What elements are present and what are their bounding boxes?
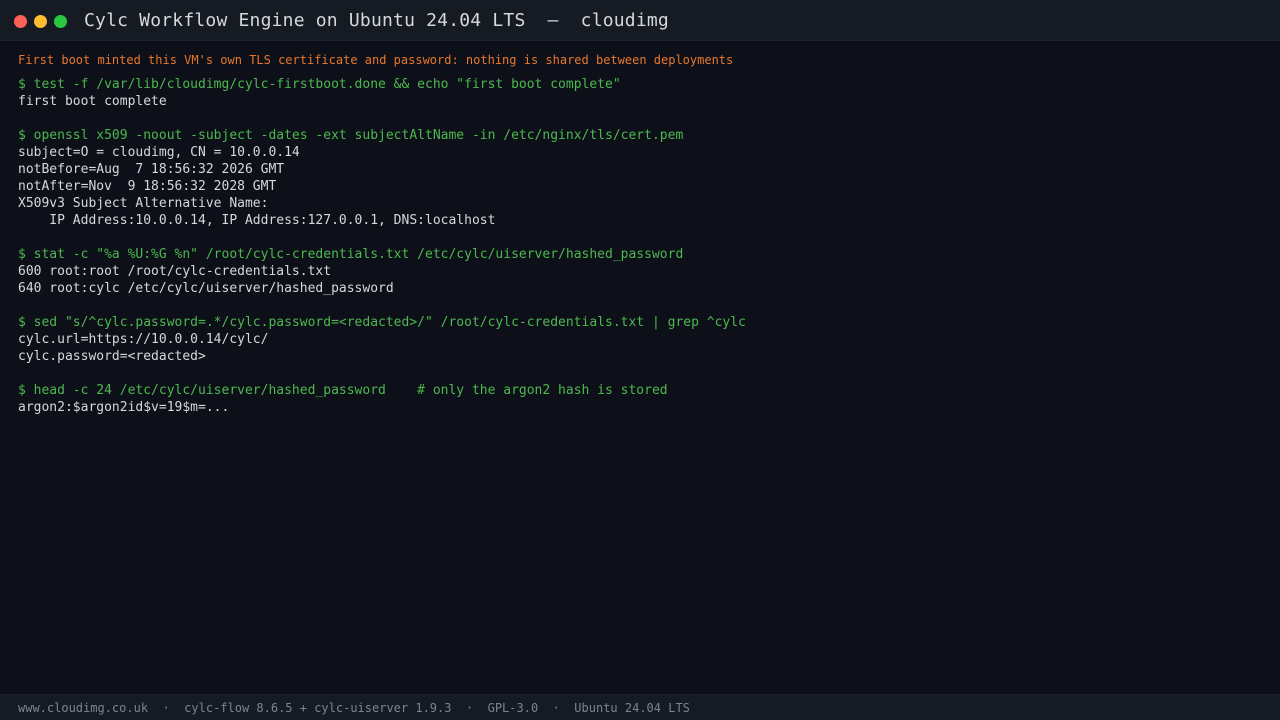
window-title: Cylc Workflow Engine on Ubuntu 24.04 LTS… (84, 10, 669, 31)
command-history: $ test -f /var/lib/cloudimg/cylc-firstbo… (18, 76, 1258, 416)
output-line: notBefore=Aug 7 18:56:32 2026 GMT (18, 162, 285, 177)
first-boot-banner: First boot minted this VM's own TLS cert… (18, 53, 734, 67)
minimize-window-icon[interactable] (34, 15, 47, 28)
output-line: 600 root:root /root/cylc-credentials.txt (18, 264, 332, 279)
command-line: $ head -c 24 /etc/cylc/uiserver/hashed_p… (18, 383, 668, 398)
command-line: $ stat -c "%a %U:%G %n" /root/cylc-crede… (18, 247, 684, 262)
command-line: $ sed "s/^cylc.password=.*/cylc.password… (18, 315, 746, 330)
window-titlebar: Cylc Workflow Engine on Ubuntu 24.04 LTS… (0, 0, 1280, 41)
output-line: 640 root:cylc /etc/cylc/uiserver/hashed_… (18, 281, 394, 296)
maximize-window-icon[interactable] (54, 15, 67, 28)
output-line: notAfter=Nov 9 18:56:32 2028 GMT (18, 179, 277, 194)
output-line: argon2:$argon2id$v=19$m=... (18, 400, 230, 415)
command-line: $ openssl x509 -noout -subject -dates -e… (18, 128, 684, 143)
command-line: $ test -f /var/lib/cloudimg/cylc-firstbo… (18, 77, 621, 92)
output-line: X509v3 Subject Alternative Name: (18, 196, 269, 211)
terminal-output[interactable]: First boot minted this VM's own TLS cert… (18, 52, 1258, 416)
footer-info: www.cloudimg.co.uk · cylc-flow 8.6.5 + c… (18, 701, 690, 715)
output-line: IP Address:10.0.0.14, IP Address:127.0.0… (18, 213, 496, 228)
output-line: cylc.password=<redacted> (18, 349, 206, 364)
output-line: cylc.url=https://10.0.0.14/cylc/ (18, 332, 269, 347)
output-line: subject=O = cloudimg, CN = 10.0.0.14 (18, 145, 300, 160)
close-window-icon[interactable] (14, 15, 27, 28)
status-footer: www.cloudimg.co.uk · cylc-flow 8.6.5 + c… (0, 694, 1280, 720)
output-line: first boot complete (18, 94, 167, 109)
